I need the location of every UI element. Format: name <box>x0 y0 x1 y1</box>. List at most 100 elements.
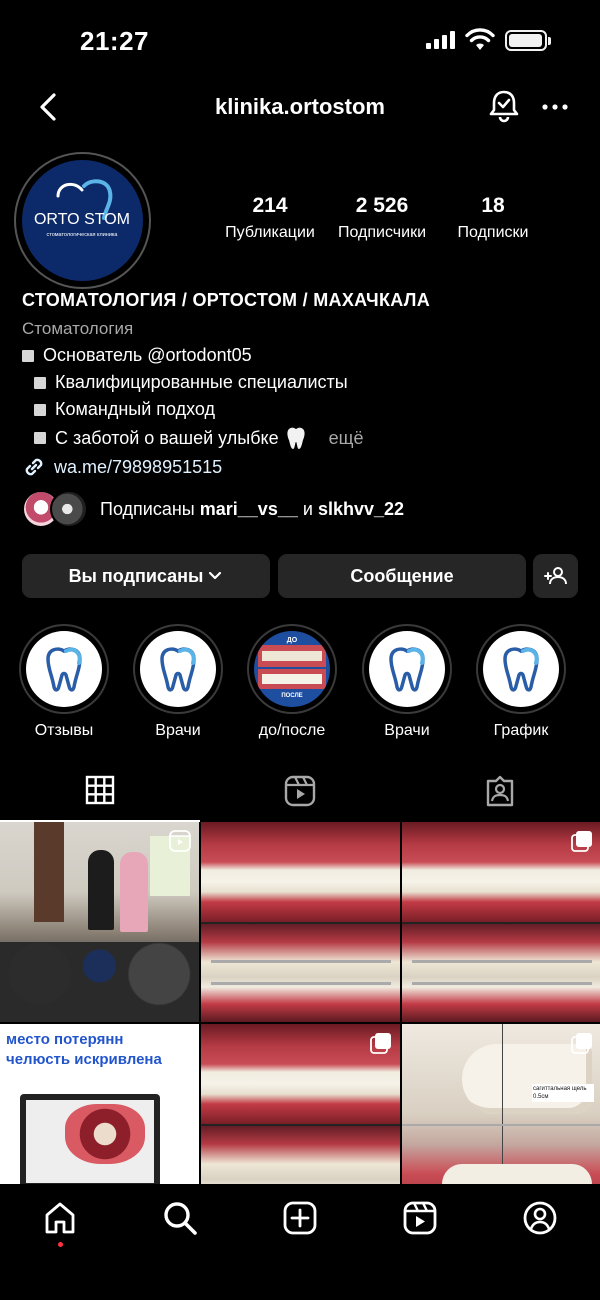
highlight-ring: ДО ПОСЛЕ <box>247 624 337 714</box>
status-bar: 21:27 <box>0 0 600 80</box>
followers-count[interactable]: 2 526 Подписчики <box>322 194 442 242</box>
highlight-label: Врачи <box>155 722 201 739</box>
highlight-item[interactable]: ДО ПОСЛЕ до/после <box>247 624 337 740</box>
tagged-person-icon <box>486 775 514 807</box>
add-person-icon <box>543 567 567 585</box>
teeth-braces-photo <box>402 922 600 1022</box>
tab-posts-grid[interactable] <box>0 760 200 822</box>
bio-text: С заботой о вашей улыбке <box>55 427 279 448</box>
more-options-icon[interactable] <box>540 92 570 122</box>
carousel-marker-icon <box>571 1033 592 1054</box>
bio-line: С заботой о вашей улыбке ещё <box>34 426 582 450</box>
image-separator <box>201 1124 400 1126</box>
bullet-square-icon <box>34 432 46 444</box>
highlight-cover: ДО ПОСЛЕ <box>254 631 330 707</box>
stat-value: 2 526 <box>355 194 409 217</box>
person-figure <box>88 850 114 930</box>
mouth-image <box>65 1104 145 1164</box>
grid-icon <box>85 775 115 805</box>
stat-label: Подписки <box>457 224 529 241</box>
profile-avatar[interactable]: ORTO STOM стоматологическая клиника <box>22 160 143 281</box>
tooth-logo-icon <box>160 647 196 692</box>
followed-by-row[interactable]: Подписаны mari__vs__ и slkhvv_22 <box>22 490 404 528</box>
wifi-icon <box>465 28 495 50</box>
highlight-label: до/после <box>258 722 326 739</box>
reels-nav-icon[interactable] <box>402 1200 438 1236</box>
create-post-icon[interactable] <box>282 1200 318 1236</box>
message-label: Сообщение <box>350 565 454 586</box>
teeth-braces-photo <box>201 922 400 1022</box>
post-thumbnail[interactable] <box>402 822 600 1022</box>
bio-text: Квалифицированные специалисты <box>55 372 348 392</box>
post-caption-line: место потерянн <box>6 1031 124 1048</box>
following-label: Вы подписаны <box>68 565 204 586</box>
profile-bio: СТОМАТОЛОГИЯ / ОРТОСТОМ / МАХАЧКАЛА Стом… <box>22 290 582 450</box>
home-icon[interactable] <box>42 1200 78 1236</box>
followed-by-prefix: Подписаны <box>100 498 195 519</box>
tab-reels[interactable] <box>200 760 400 822</box>
reel-marker-icon <box>169 1034 191 1056</box>
bio-line: Командный подход <box>34 399 582 420</box>
highlight-item[interactable]: Отзывы <box>19 624 109 740</box>
following-button[interactable]: Вы подписаны <box>22 554 270 598</box>
audience-shape <box>0 942 199 1022</box>
bio-text: Основатель @ortodont05 <box>43 345 252 365</box>
bio-more-link[interactable]: ещё <box>329 428 364 449</box>
reel-marker-icon <box>169 830 191 852</box>
after-text: ПОСЛЕ <box>281 693 302 699</box>
profile-name: СТОМАТОЛОГИЯ / ОРТОСТОМ / МАХАЧКАЛА <box>22 290 431 310</box>
reels-icon <box>284 775 316 807</box>
braces-wire <box>412 960 592 963</box>
bio-text: Командный подход <box>55 399 216 419</box>
stat-value: 214 <box>252 194 288 217</box>
person-figure <box>120 852 148 932</box>
before-text: ДО <box>287 637 298 644</box>
followed-by-user: slkhvv_22 <box>317 498 405 519</box>
stat-value: 18 <box>481 194 505 217</box>
highlight-item[interactable]: Врачи <box>362 624 452 740</box>
highlight-ring <box>133 624 223 714</box>
message-button[interactable]: Сообщение <box>278 554 526 598</box>
profile-tabs <box>0 760 600 822</box>
bullet-square-icon <box>22 349 34 362</box>
bullet-square-icon <box>34 376 46 389</box>
bullet-square-icon <box>34 403 46 416</box>
highlight-item[interactable]: Врачи <box>133 624 223 740</box>
post-thumbnail[interactable] <box>0 822 199 1022</box>
highlight-ring <box>476 624 566 714</box>
profile-link[interactable]: wa.me/79898951515 <box>22 455 222 479</box>
status-time: 21:27 <box>80 26 149 56</box>
braces-wire <box>211 982 391 985</box>
suggest-users-button[interactable] <box>533 554 578 598</box>
tab-tagged[interactable] <box>400 760 600 822</box>
notification-bell-icon[interactable] <box>486 88 522 124</box>
image-separator <box>402 922 600 924</box>
following-count[interactable]: 18 Подписки <box>433 194 553 242</box>
tooth-logo-icon <box>46 647 82 692</box>
tooth-logo-icon <box>503 647 539 692</box>
measure-annotation: сагиттальная щель 0.5см <box>532 1084 594 1102</box>
highlight-cover <box>140 631 216 707</box>
teeth-photo <box>201 822 400 922</box>
signal-icon <box>426 31 455 49</box>
follower-avatar <box>50 490 88 528</box>
image-separator <box>402 1124 600 1126</box>
link-text: wa.me/79898951515 <box>54 456 223 477</box>
chevron-down-icon <box>209 571 222 580</box>
top-navigation: klinika.ortostom <box>0 82 600 132</box>
profile-nav-icon[interactable] <box>522 1200 558 1236</box>
tooth-emoji-icon <box>287 427 305 449</box>
post-thumbnail[interactable] <box>201 822 400 1022</box>
bottom-tab-bar <box>0 1184 600 1300</box>
followed-by-text: Подписаны mari__vs__ и slkhvv_22 <box>100 499 404 520</box>
posts-count[interactable]: 214 Публикации <box>210 194 330 242</box>
highlight-item[interactable]: График <box>476 624 566 740</box>
carousel-marker-icon <box>571 831 592 852</box>
post-caption-line: челюсть искривлена <box>6 1051 162 1068</box>
carousel-marker-icon <box>370 1033 391 1054</box>
tooth-logo-icon <box>389 647 425 692</box>
highlight-label: График <box>493 722 549 739</box>
followed-by-and: и <box>302 498 313 519</box>
followed-by-user: mari__vs__ <box>199 498 298 519</box>
search-icon[interactable] <box>162 1200 198 1236</box>
